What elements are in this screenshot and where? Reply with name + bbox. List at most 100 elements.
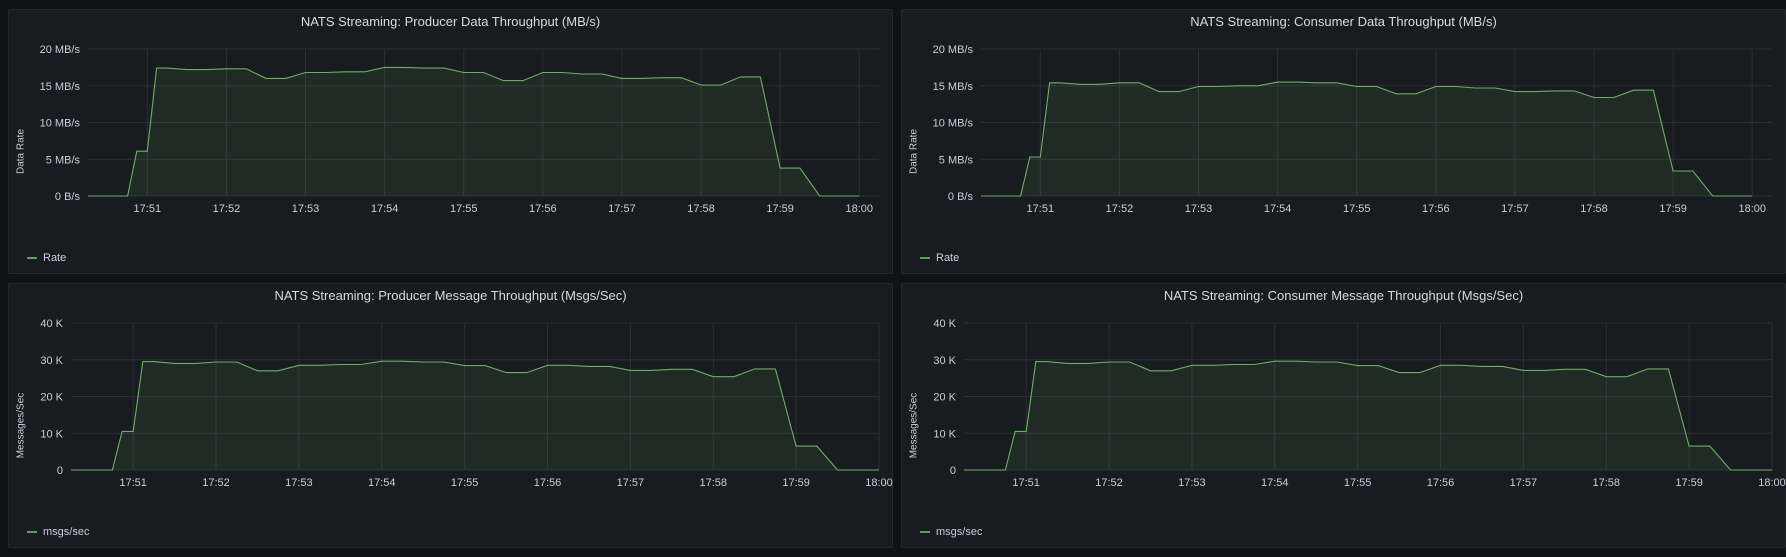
data-point (215, 361, 216, 362)
data-point (651, 370, 652, 371)
data-point (754, 368, 755, 369)
data-point (859, 195, 860, 196)
data-point (858, 469, 859, 470)
legend-label: Rate (936, 252, 960, 264)
data-point (107, 195, 108, 196)
x-tick-label: 17:59 (766, 203, 794, 215)
data-point (136, 151, 137, 152)
x-tick-label: 18:00 (865, 477, 893, 489)
data-point (1005, 469, 1006, 470)
x-tick-label: 17:52 (213, 203, 241, 215)
data-point (278, 370, 279, 371)
data-point (547, 365, 548, 366)
x-tick-label: 17:54 (368, 477, 396, 489)
data-point (671, 369, 672, 370)
panel-consumer-data-throughput[interactable]: NATS Streaming: Consumer Data Throughput… (901, 9, 1786, 274)
data-point (1593, 97, 1594, 98)
data-point (1316, 361, 1317, 362)
data-point (1356, 86, 1357, 87)
x-tick-label: 17:56 (1422, 203, 1450, 215)
legend-label: msgs/sec (936, 526, 983, 538)
data-point (681, 77, 682, 78)
x-tick-label: 17:55 (451, 477, 479, 489)
data-point (1544, 370, 1545, 371)
legend-item-msgs-sec[interactable]: msgs/sec (27, 526, 89, 538)
x-tick-label: 18:00 (1758, 477, 1786, 489)
panel-producer-data-throughput[interactable]: NATS Streaming: Producer Data Throughput… (8, 9, 893, 274)
data-point (423, 361, 424, 362)
data-point (1257, 85, 1258, 86)
y-tick-label: 20 MB/s (40, 44, 81, 56)
x-tick-label: 17:54 (371, 203, 399, 215)
data-point (1108, 361, 1109, 362)
data-point (443, 68, 444, 69)
data-point (361, 364, 362, 365)
x-tick-label: 17:57 (617, 477, 645, 489)
data-point (568, 365, 569, 366)
data-point (760, 76, 761, 77)
data-point (402, 361, 403, 362)
x-tick-label: 17:54 (1261, 477, 1289, 489)
data-point (384, 67, 385, 68)
data-point (526, 372, 527, 373)
data-point (127, 195, 128, 196)
data-point (1419, 372, 1420, 373)
series-area (71, 361, 879, 470)
data-point (186, 69, 187, 70)
data-point (816, 446, 817, 447)
data-point (1357, 365, 1358, 366)
y-tick-label: 10 K (933, 428, 956, 440)
data-point (984, 469, 985, 470)
legend-item-rate[interactable]: Rate (920, 252, 959, 264)
y-tick-label: 0 (950, 465, 956, 477)
legend-item-msgs-sec[interactable]: msgs/sec (920, 526, 982, 538)
data-point (122, 431, 123, 432)
y-tick-label: 20 MB/s (933, 44, 974, 56)
data-point (1626, 376, 1627, 377)
data-point (1653, 90, 1654, 91)
data-point (319, 365, 320, 366)
data-point (1026, 431, 1027, 432)
data-point (156, 68, 157, 69)
series-area (88, 67, 860, 197)
data-point (1139, 82, 1140, 83)
data-point (1191, 365, 1192, 366)
data-point (1534, 91, 1535, 92)
data-point (1099, 84, 1100, 85)
chart-plot: 0 10 K 20 K 30 K 40 K 17:51 17:52 17:53 17:54 17:… (933, 318, 1786, 489)
data-point (1378, 365, 1379, 366)
data-point (1647, 368, 1648, 369)
data-point (167, 68, 168, 69)
x-tick-label: 17:51 (1027, 203, 1055, 215)
data-point (381, 361, 382, 362)
data-point (562, 72, 563, 73)
panel-consumer-message-throughput[interactable]: NATS Streaming: Consumer Message Through… (901, 283, 1786, 548)
panel-producer-message-throughput[interactable]: NATS Streaming: Producer Message Through… (8, 283, 893, 548)
data-point (740, 76, 741, 77)
data-point (404, 67, 405, 68)
data-point (1274, 361, 1275, 362)
data-point (609, 366, 610, 367)
y-tick-label: 20 K (933, 392, 956, 404)
y-tick-label: 15 MB/s (40, 81, 81, 93)
data-point (1475, 87, 1476, 88)
data-point (246, 68, 247, 69)
data-point (1212, 365, 1213, 366)
data-point (963, 469, 964, 470)
x-tick-label: 17:54 (1264, 203, 1292, 215)
data-point (112, 469, 113, 470)
x-tick-label: 17:59 (1675, 477, 1703, 489)
legend-item-rate[interactable]: Rate (27, 252, 66, 264)
data-point (1233, 364, 1234, 365)
x-tick-label: 17:58 (699, 477, 727, 489)
data-point (1238, 85, 1239, 86)
data-point (1129, 361, 1130, 362)
data-point (1317, 82, 1318, 83)
data-point (775, 368, 776, 369)
data-point (1514, 91, 1515, 92)
data-point (1015, 431, 1016, 432)
data-point (1455, 86, 1456, 87)
data-point (257, 370, 258, 371)
data-point (733, 376, 734, 377)
data-point (147, 151, 148, 152)
